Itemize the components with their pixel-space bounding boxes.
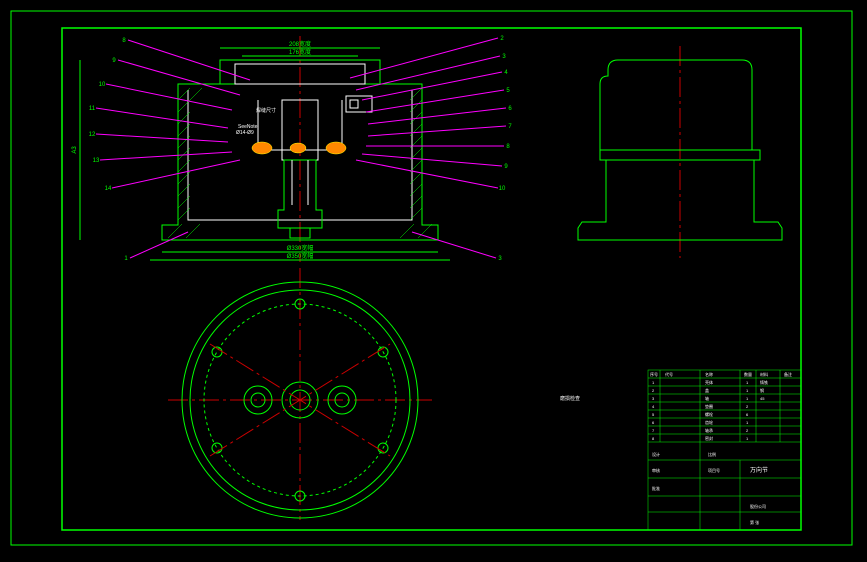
svg-text:1: 1 xyxy=(124,256,128,262)
leaders-left: 8 9 10 11 12 13 14 1 xyxy=(89,38,250,262)
svg-text:壳体: 壳体 xyxy=(705,379,713,385)
svg-text:批准: 批准 xyxy=(652,485,660,491)
svg-text:2: 2 xyxy=(652,388,655,393)
dimension-height: A3 xyxy=(72,60,80,240)
svg-text:代号: 代号 xyxy=(665,371,673,377)
svg-text:轴: 轴 xyxy=(705,395,709,401)
svg-text:1: 1 xyxy=(652,380,655,385)
titleblock-footer: 设计 审核 批准 比例 项目号 万向节 股份公司 第 张 xyxy=(652,451,768,525)
cad-drawing: 208宽度 176宽度 Ø330宽幅 Ø350宽幅 焊缝尺寸 SeeNote Ø… xyxy=(0,0,867,562)
svg-text:45: 45 xyxy=(760,396,765,401)
leaders-right: 2 3 4 5 6 7 8 9 10 3 xyxy=(350,36,512,262)
dim-text: Ø330宽幅 xyxy=(287,244,314,252)
svg-text:项目号: 项目号 xyxy=(708,467,720,473)
svg-text:6: 6 xyxy=(652,420,655,425)
note-text: 焊缝尺寸 xyxy=(256,107,276,114)
svg-text:12: 12 xyxy=(89,132,96,138)
cad-viewport[interactable]: 208宽度 176宽度 Ø330宽幅 Ø350宽幅 焊缝尺寸 SeeNote Ø… xyxy=(0,0,867,562)
dim-text: Ø350宽幅 xyxy=(287,252,314,260)
svg-text:8: 8 xyxy=(506,144,510,150)
detail-box-inner xyxy=(350,100,358,108)
side-view xyxy=(578,46,782,258)
svg-text:密封: 密封 xyxy=(705,435,713,441)
svg-text:7: 7 xyxy=(508,124,512,130)
svg-text:3: 3 xyxy=(498,256,502,262)
svg-text:数量: 数量 xyxy=(744,371,752,377)
svg-text:14: 14 xyxy=(105,186,112,192)
svg-text:序号: 序号 xyxy=(650,371,658,377)
svg-text:第 张: 第 张 xyxy=(750,519,759,525)
svg-text:3: 3 xyxy=(652,396,655,401)
svg-text:6: 6 xyxy=(508,106,512,112)
svg-text:8: 8 xyxy=(122,38,126,44)
svg-text:比例: 比例 xyxy=(708,451,716,457)
dimension-top: 208宽度 176宽度 xyxy=(220,40,380,56)
svg-text:轴承: 轴承 xyxy=(705,427,713,433)
svg-text:1: 1 xyxy=(746,380,749,385)
cap-profile xyxy=(600,60,752,150)
svg-text:备注: 备注 xyxy=(784,371,792,377)
svg-text:10: 10 xyxy=(99,82,106,88)
svg-text:9: 9 xyxy=(504,164,508,170)
svg-text:股份公司: 股份公司 xyxy=(750,503,766,509)
section-view: 208宽度 176宽度 Ø330宽幅 Ø350宽幅 焊缝尺寸 SeeNote Ø… xyxy=(89,36,513,262)
svg-text:11: 11 xyxy=(89,106,96,112)
svg-text:1: 1 xyxy=(746,388,749,393)
viewport-border xyxy=(11,11,852,545)
dimension-bottom: Ø330宽幅 Ø350宽幅 xyxy=(150,244,450,260)
svg-text:设计: 设计 xyxy=(652,451,660,457)
svg-text:螺栓: 螺栓 xyxy=(705,411,713,417)
svg-text:A3: A3 xyxy=(72,146,78,154)
parts-rows: 序号 代号 名称 数量 材料 备注 1 壳体 1 铸铁 2 盖 1 钢 3 轴 1 45 4 垫圈 2 5 螺栓 6… xyxy=(650,371,792,441)
parts-list xyxy=(648,370,801,530)
svg-text:齿轮: 齿轮 xyxy=(705,419,713,425)
svg-text:3: 3 xyxy=(502,54,506,60)
svg-text:5: 5 xyxy=(652,412,655,417)
svg-text:1: 1 xyxy=(746,420,749,425)
detail-highlight xyxy=(290,143,306,153)
svg-text:盖: 盖 xyxy=(705,387,709,393)
svg-text:钢: 钢 xyxy=(760,387,764,393)
svg-text:名称: 名称 xyxy=(705,371,713,377)
svg-text:铸铁: 铸铁 xyxy=(760,379,768,385)
svg-text:万向节: 万向节 xyxy=(750,466,768,474)
svg-text:材料: 材料 xyxy=(760,371,768,377)
svg-text:1: 1 xyxy=(746,396,749,401)
svg-text:4: 4 xyxy=(504,70,508,76)
plan-view xyxy=(168,268,432,520)
svg-text:4: 4 xyxy=(652,404,655,409)
svg-text:1: 1 xyxy=(746,436,749,441)
note-text: Ø14-Ø9 xyxy=(236,130,254,136)
detail-highlight xyxy=(326,142,346,154)
svg-text:审核: 审核 xyxy=(652,467,660,473)
svg-text:6: 6 xyxy=(746,412,749,417)
svg-text:10: 10 xyxy=(499,186,506,192)
svg-text:5: 5 xyxy=(506,88,510,94)
svg-text:8: 8 xyxy=(652,436,655,441)
svg-text:2: 2 xyxy=(746,428,749,433)
svg-text:2: 2 xyxy=(500,36,504,42)
svg-text:垫圈: 垫圈 xyxy=(705,403,713,409)
center-note: 磨损检查 xyxy=(560,395,580,402)
svg-text:2: 2 xyxy=(746,404,749,409)
drawing-frame xyxy=(62,28,801,530)
svg-text:13: 13 xyxy=(93,158,100,164)
dim-text: 208宽度 xyxy=(289,40,311,48)
svg-text:9: 9 xyxy=(112,58,116,64)
svg-text:7: 7 xyxy=(652,428,655,433)
detail-highlight xyxy=(252,142,272,154)
dim-text: 176宽度 xyxy=(289,48,311,56)
title-block: 序号 代号 名称 数量 材料 备注 1 壳体 1 铸铁 2 盖 1 钢 3 轴 1 45 4 垫圈 2 5 螺栓 6… xyxy=(648,370,801,530)
